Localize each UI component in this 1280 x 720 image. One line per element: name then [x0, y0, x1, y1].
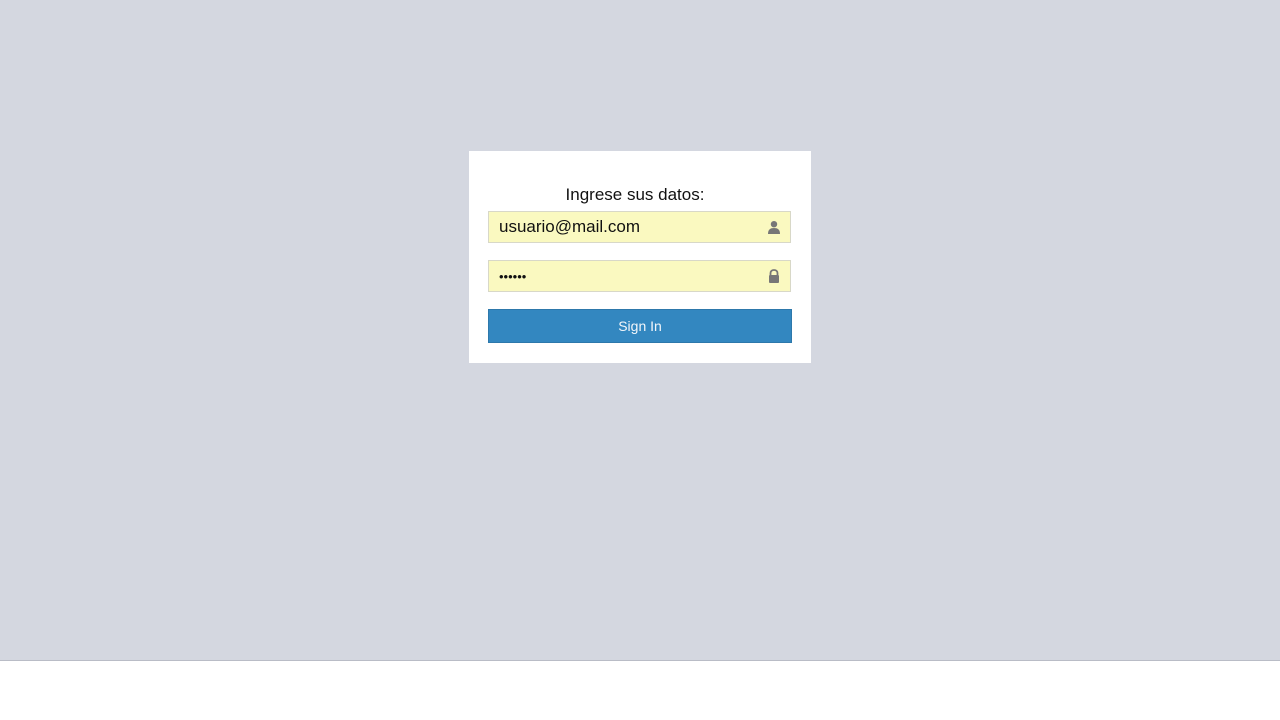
- sign-in-button[interactable]: Sign In: [488, 309, 792, 343]
- password-input[interactable]: [489, 261, 769, 291]
- user-icon: [768, 221, 780, 234]
- email-input[interactable]: [489, 212, 769, 242]
- login-title: Ingrese sus datos:: [565, 185, 705, 204]
- email-field[interactable]: [488, 211, 791, 243]
- bottom-blank-area: [0, 661, 1280, 720]
- lock-icon: [769, 269, 779, 283]
- page-background: Ingrese sus datos: Sign In: [0, 0, 1280, 661]
- password-field[interactable]: [488, 260, 791, 292]
- login-card: Ingrese sus datos: Sign In: [469, 151, 811, 363]
